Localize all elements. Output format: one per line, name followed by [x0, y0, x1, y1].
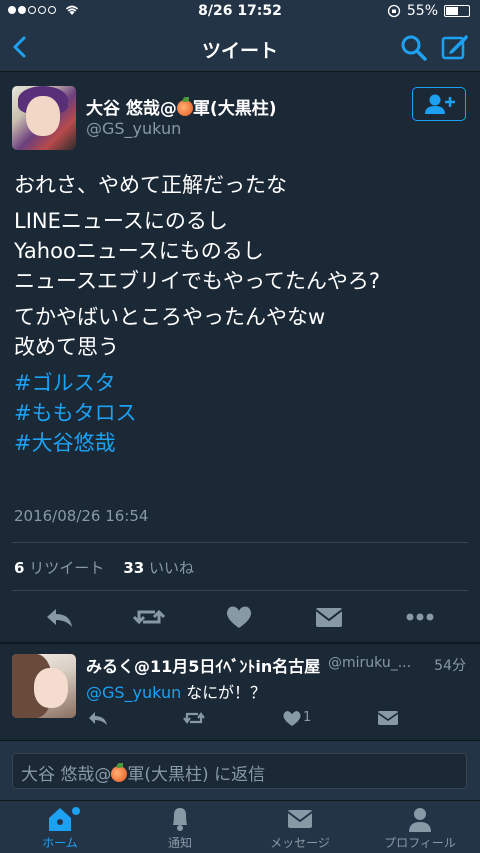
- reply-icon[interactable]: [42, 602, 78, 632]
- peach-emoji-icon: [111, 763, 128, 782]
- reply-text: @GS_yukun なにが！？: [86, 683, 266, 702]
- unread-badge: [72, 807, 80, 815]
- home-icon: [49, 808, 71, 831]
- like-heart-icon[interactable]: [280, 708, 304, 728]
- tweet-timestamp: 2016/08/26 16:54: [14, 507, 149, 525]
- tab-messages[interactable]: メッセージ: [240, 805, 360, 853]
- peach-emoji-icon: [176, 97, 193, 116]
- tweet-paragraph: LINEニュースにのるし Yahooニュースにものるし ニュースエブリイでもやっ…: [14, 209, 381, 293]
- tab-notifications[interactable]: 通知: [120, 805, 240, 853]
- envelope-icon: [287, 810, 313, 828]
- reply-tweet[interactable]: みるく@11月5日ｲﾍﾞﾝﾄin名古屋 @miruku_... 54分 @GS_…: [0, 644, 480, 740]
- author-handle[interactable]: @GS_yukun: [86, 119, 181, 138]
- tweet-paragraph: おれさ、やめて正解だったな: [14, 173, 287, 197]
- tweet-text: おれさ、やめて正解だったな LINEニュースにのるし Yahooニュースにものる…: [14, 170, 469, 464]
- battery-percent: 55%: [406, 3, 438, 19]
- status-bar: 8/26 17:52 55%: [0, 0, 480, 24]
- divider: [12, 590, 468, 591]
- mention-link[interactable]: @GS_yukun: [86, 683, 181, 702]
- engagement-stats: 6 リツイート 33 いいね: [14, 557, 194, 578]
- more-options-icon[interactable]: [402, 602, 438, 632]
- battery-icon: [444, 5, 470, 17]
- direct-message-icon[interactable]: [311, 602, 347, 632]
- tab-home[interactable]: ホーム: [0, 805, 120, 853]
- divider: [12, 542, 468, 543]
- tweet-detail: 大谷 悠哉@ 軍(大黒柱) @GS_yukun おれさ、やめて正解だったな LIN…: [0, 72, 480, 642]
- hashtag-link[interactable]: #大谷悠哉: [14, 428, 469, 458]
- reply-composer-bar: 大谷 悠哉@ 軍(大黒柱) に返信: [0, 740, 480, 800]
- hashtag-list: #ゴルスタ #ももタロス #大谷悠哉: [14, 368, 469, 458]
- follow-button[interactable]: [412, 87, 466, 121]
- reply-like-count: 1: [303, 710, 312, 725]
- reply-author-handle[interactable]: @miruku_...: [328, 655, 411, 671]
- retweet-icon[interactable]: [131, 602, 167, 632]
- top-nav-bar: ツイート: [0, 24, 480, 72]
- tweet-paragraph: てかやばいところやったんやなw 改めて思う: [14, 305, 326, 359]
- direct-message-icon[interactable]: [376, 708, 400, 728]
- bottom-tab-bar: ホーム 通知 メッセージ プロフィール: [0, 800, 480, 853]
- tab-profile[interactable]: プロフィール: [360, 805, 480, 853]
- retweet-icon[interactable]: [182, 708, 206, 728]
- compose-tweet-icon[interactable]: [440, 32, 470, 62]
- reply-icon[interactable]: [86, 708, 110, 728]
- author-name[interactable]: 大谷 悠哉@ 軍(大黒柱): [86, 94, 276, 119]
- retweet-stat[interactable]: 6 リツイート: [14, 559, 104, 577]
- orientation-lock-icon: [387, 4, 401, 18]
- reply-input[interactable]: 大谷 悠哉@ 軍(大黒柱) に返信: [12, 753, 467, 789]
- hashtag-link[interactable]: #ももタロス: [14, 398, 469, 428]
- like-heart-icon[interactable]: [221, 602, 257, 632]
- reply-time: 54分: [434, 658, 466, 674]
- author-avatar[interactable]: [12, 86, 76, 150]
- reply-author-name[interactable]: みるく@11月5日ｲﾍﾞﾝﾄin名古屋: [86, 653, 320, 677]
- like-stat[interactable]: 33 いいね: [123, 559, 194, 577]
- hashtag-link[interactable]: #ゴルスタ: [14, 368, 469, 398]
- tweet-actions: [0, 602, 480, 636]
- search-icon[interactable]: [400, 34, 428, 62]
- reply-actions: 1: [0, 708, 480, 730]
- person-icon: [409, 808, 431, 832]
- bell-icon: [173, 808, 187, 831]
- add-user-icon: [425, 94, 455, 114]
